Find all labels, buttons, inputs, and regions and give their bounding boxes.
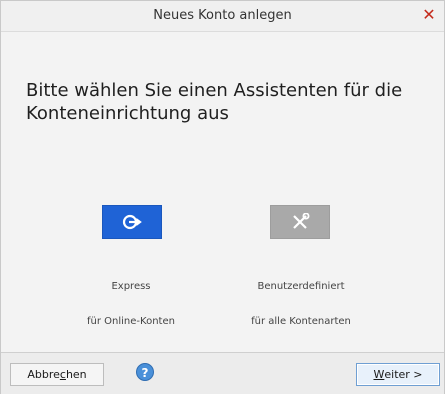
express-title: Express bbox=[111, 281, 151, 292]
content-area: Bitte wählen Sie einen Assistenten für d… bbox=[1, 32, 444, 352]
title-bar: Neues Konto anlegen ✕ bbox=[1, 1, 444, 32]
window-title: Neues Konto anlegen bbox=[153, 8, 292, 23]
close-icon[interactable]: ✕ bbox=[421, 7, 437, 23]
next-label-post: eiter > bbox=[384, 368, 423, 381]
arrow-login-icon bbox=[122, 214, 142, 230]
cancel-label-pre: Abbre bbox=[27, 368, 60, 381]
express-tile[interactable] bbox=[102, 205, 162, 239]
page-heading: Bitte wählen Sie einen Assistenten für d… bbox=[26, 80, 403, 124]
express-subtitle: für Online-Konten bbox=[87, 316, 175, 327]
dialog-window: Neues Konto anlegen ✕ Bitte wählen Sie e… bbox=[0, 0, 445, 394]
tools-icon bbox=[293, 213, 310, 229]
next-button[interactable]: Weiter > bbox=[356, 363, 440, 386]
custom-title: Benutzerdefiniert bbox=[257, 281, 345, 292]
next-label-mnemonic: W bbox=[373, 368, 385, 381]
cancel-label-post: hen bbox=[65, 368, 87, 381]
custom-tile[interactable] bbox=[270, 205, 330, 239]
custom-subtitle: für alle Kontenarten bbox=[251, 316, 351, 327]
cancel-button[interactable]: Abbre c hen bbox=[10, 363, 104, 386]
footer-bar: Abbre c hen ? Weiter > bbox=[1, 352, 444, 394]
help-icon[interactable]: ? bbox=[136, 363, 154, 381]
